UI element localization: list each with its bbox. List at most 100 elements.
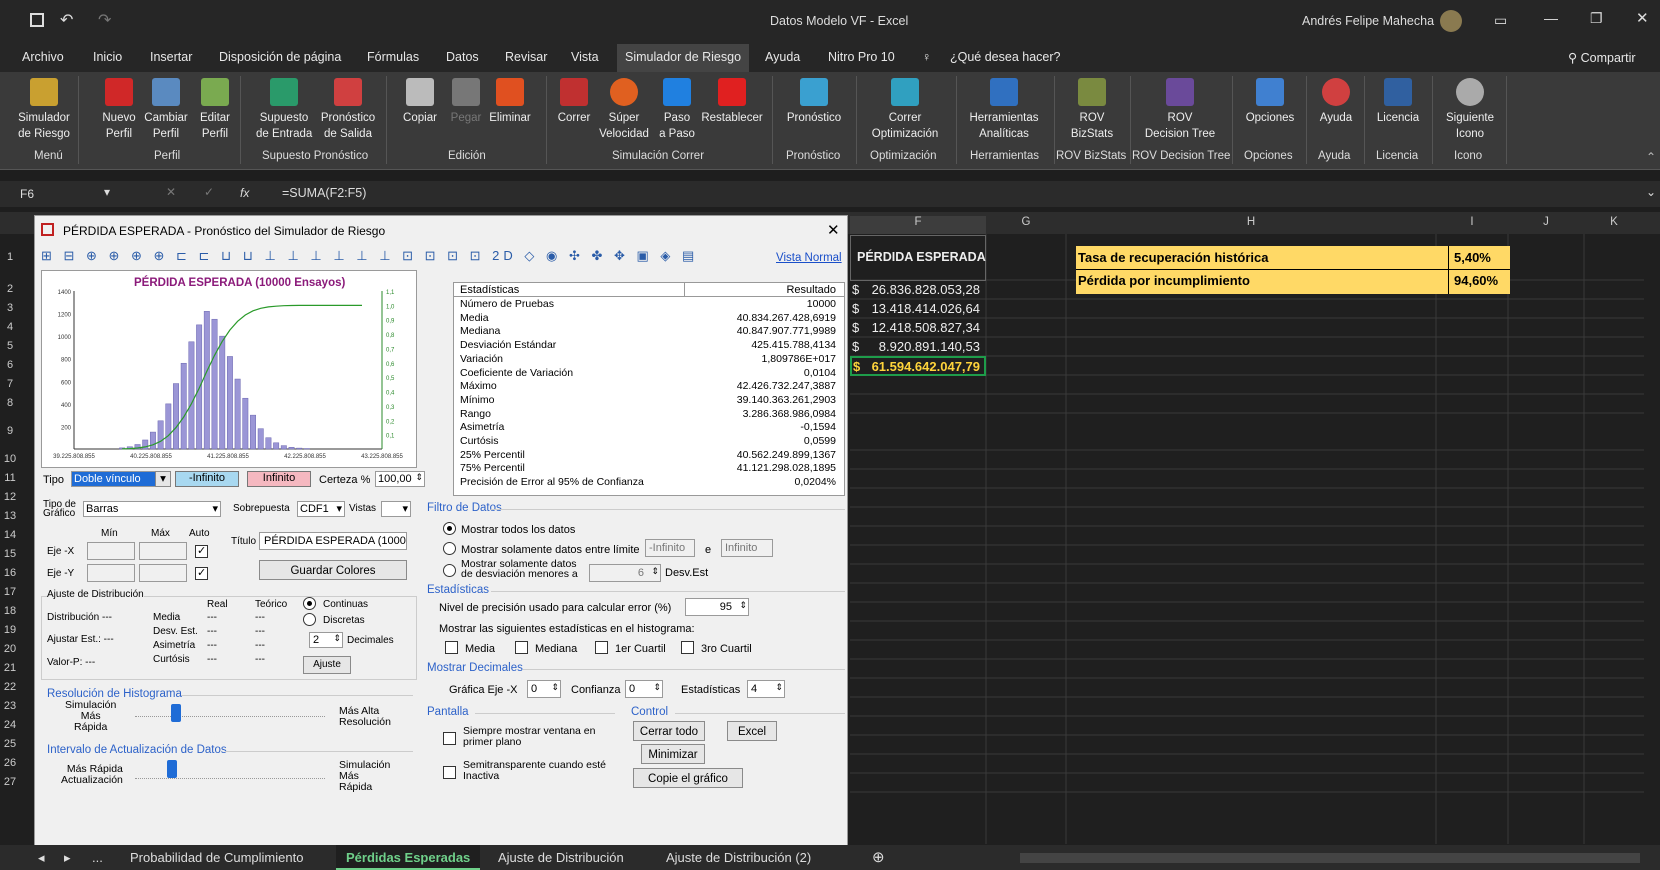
- primer-cuartil-checkbox[interactable]: [595, 641, 608, 654]
- tab-formulas[interactable]: Fórmulas: [367, 50, 419, 64]
- save-icon[interactable]: [30, 13, 44, 27]
- decision-tree-button[interactable]: ROV Decision Tree: [1140, 78, 1220, 142]
- minimizar-button[interactable]: Minimizar: [641, 744, 705, 764]
- horizontal-scrollbar[interactable]: [1020, 853, 1640, 863]
- row-header[interactable]: 10: [0, 453, 20, 465]
- function-icon[interactable]: fx: [240, 186, 249, 200]
- sheet-tab-probabilidad[interactable]: Probabilidad de Cumplimiento: [130, 850, 303, 865]
- row-header[interactable]: 3: [0, 302, 20, 314]
- grafica-eje-input[interactable]: 0 ⇕: [527, 680, 561, 698]
- discretas-radio[interactable]: [303, 613, 316, 626]
- herramientas-button[interactable]: Herramientas Analíticas: [964, 78, 1044, 142]
- restore-icon[interactable]: ❐: [1590, 10, 1603, 27]
- pegar-button[interactable]: Pegar: [448, 78, 484, 126]
- tab-disposicion[interactable]: Disposición de página: [219, 50, 341, 64]
- desv-input[interactable]: 6 ⇕: [589, 564, 661, 582]
- spinner-icon[interactable]: ⇕: [415, 472, 423, 483]
- row-header[interactable]: 16: [0, 567, 20, 579]
- decimales-input[interactable]: 2 ⇕: [309, 632, 343, 648]
- nivel-precision-input[interactable]: 95 ⇕: [685, 598, 749, 616]
- sheet-tab-ajuste-2[interactable]: Ajuste de Distribución (2): [666, 850, 811, 865]
- tab-vista[interactable]: Vista: [571, 50, 599, 64]
- excel-button[interactable]: Excel: [727, 721, 777, 741]
- tab-datos[interactable]: Datos: [446, 50, 479, 64]
- continuas-radio[interactable]: [303, 597, 316, 610]
- row-header[interactable]: 8: [0, 397, 20, 409]
- super-velocidad-button[interactable]: Súper Velocidad: [596, 78, 652, 142]
- pronostico-button[interactable]: Pronóstico: [782, 78, 846, 126]
- share-button[interactable]: ⚲ Compartir: [1568, 50, 1636, 65]
- titulo-input[interactable]: PÉRDIDA ESPERADA (1000: [259, 532, 407, 550]
- row-header[interactable]: 22: [0, 681, 20, 693]
- confianza-input[interactable]: 0 ⇕: [625, 680, 663, 698]
- redo-icon[interactable]: ↷: [98, 10, 111, 30]
- eje-y-auto-checkbox[interactable]: ✓: [195, 567, 208, 580]
- user-name[interactable]: Andrés Felipe Mahecha: [1302, 14, 1434, 28]
- eje-y-min-input[interactable]: [87, 564, 135, 582]
- correr-button[interactable]: Correr: [554, 78, 594, 126]
- row-header[interactable]: 25: [0, 738, 20, 750]
- row-header[interactable]: 1: [0, 251, 20, 263]
- row-header[interactable]: 9: [0, 425, 20, 437]
- vista-normal-link[interactable]: Vista Normal: [776, 252, 842, 264]
- eje-y-max-input[interactable]: [139, 564, 187, 582]
- row-header[interactable]: 5: [0, 340, 20, 352]
- close-icon[interactable]: ✕: [1636, 9, 1649, 27]
- vistas-select[interactable]: ▾: [381, 501, 411, 517]
- name-box[interactable]: F6: [20, 187, 34, 201]
- ribbon-display-icon[interactable]: ▭: [1494, 12, 1507, 29]
- ayuda-button[interactable]: Ayuda: [1316, 78, 1356, 126]
- chevron-down-icon[interactable]: ▾: [155, 471, 171, 487]
- row-header[interactable]: 13: [0, 510, 20, 522]
- paso-button[interactable]: Paso a Paso: [656, 78, 698, 142]
- mostrar-desv-radio[interactable]: [443, 564, 456, 577]
- certeza-input[interactable]: 100,00 ⇕: [375, 471, 425, 487]
- opciones-button[interactable]: Opciones: [1242, 78, 1298, 126]
- semi-checkbox[interactable]: [443, 766, 456, 779]
- col-I[interactable]: I: [1436, 216, 1508, 228]
- ajuste-button[interactable]: Ajuste: [303, 656, 351, 674]
- tipo-grafico-select[interactable]: Barras ▾: [83, 501, 221, 517]
- limite-a-input[interactable]: -Infinito: [645, 539, 695, 557]
- row-header[interactable]: 2: [0, 283, 20, 295]
- spinner-icon[interactable]: ⇕: [333, 633, 341, 644]
- copiar-button[interactable]: Copiar: [400, 78, 440, 126]
- row-header[interactable]: 7: [0, 378, 20, 390]
- resolution-slider-track[interactable]: [135, 716, 325, 718]
- restablecer-button[interactable]: Restablecer: [700, 78, 764, 126]
- update-slider-handle[interactable]: [167, 760, 177, 778]
- tab-nitro[interactable]: Nitro Pro 10: [828, 50, 895, 64]
- tab-inicio[interactable]: Inicio: [93, 50, 122, 64]
- spinner-icon[interactable]: ⇕: [551, 682, 559, 693]
- cambiar-perfil-button[interactable]: Cambiar Perfil: [144, 78, 188, 142]
- row-header[interactable]: 23: [0, 700, 20, 712]
- spinner-icon[interactable]: ⇕: [653, 682, 661, 693]
- mostrar-limite-radio[interactable]: [443, 542, 456, 555]
- siguiente-icono-button[interactable]: Siguiente Icono: [1440, 78, 1500, 142]
- col-K[interactable]: K: [1584, 216, 1644, 228]
- guardar-colores-button[interactable]: Guardar Colores: [259, 560, 407, 580]
- label-perdida-incumplimiento[interactable]: Pérdida por incumplimiento: [1078, 273, 1250, 288]
- sobrepuesta-select[interactable]: CDF1 ▾: [297, 501, 345, 517]
- tab-archivo[interactable]: Archivo: [22, 50, 64, 64]
- tab-insertar[interactable]: Insertar: [150, 50, 192, 64]
- row-header[interactable]: 4: [0, 321, 20, 333]
- eje-x-min-input[interactable]: [87, 542, 135, 560]
- row-header[interactable]: 14: [0, 529, 20, 541]
- sheet-tab-ajuste[interactable]: Ajuste de Distribución: [498, 850, 624, 865]
- minimize-icon[interactable]: —: [1544, 10, 1558, 26]
- add-sheet-icon[interactable]: ⊕: [872, 848, 885, 866]
- media-checkbox[interactable]: [445, 641, 458, 654]
- row-header[interactable]: 17: [0, 586, 20, 598]
- simulador-button[interactable]: Simulador de Riesgo: [18, 78, 70, 142]
- col-J[interactable]: J: [1508, 216, 1584, 228]
- licencia-button[interactable]: Licencia: [1372, 78, 1424, 126]
- siempre-checkbox[interactable]: [443, 732, 456, 745]
- row-header[interactable]: 24: [0, 719, 20, 731]
- tercer-cuartil-checkbox[interactable]: [681, 641, 694, 654]
- formula-input[interactable]: =SUMA(F2:F5): [282, 186, 366, 200]
- cell-F2[interactable]: $26.836.828.053,28: [850, 280, 986, 299]
- col-H[interactable]: H: [1066, 216, 1436, 228]
- more-sheets[interactable]: ...: [92, 850, 103, 865]
- cell-F1[interactable]: PÉRDIDA ESPERADA: [850, 235, 986, 281]
